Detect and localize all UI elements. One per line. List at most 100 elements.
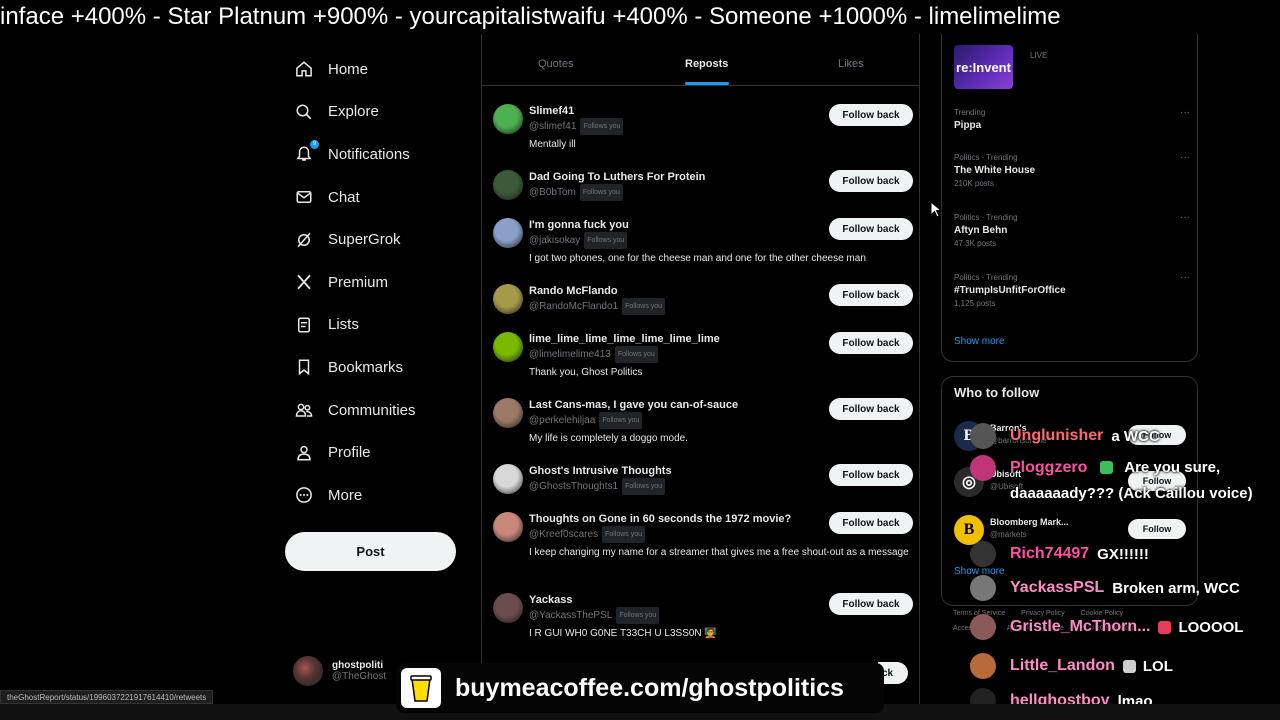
who-to-follow-title: Who to follow xyxy=(954,385,1040,400)
trend-title: Aftyn Behn xyxy=(954,225,1008,236)
sidebar-item-lists[interactable]: Lists xyxy=(286,304,466,347)
sidebar-item-label: Home xyxy=(328,60,369,78)
mail-icon xyxy=(294,187,314,207)
tab-likes[interactable]: Likes xyxy=(838,58,864,70)
follows-you-badge: Follows you xyxy=(579,184,623,201)
follows-you-badge: Follows you xyxy=(602,526,646,543)
sidebar-item-label: Communities xyxy=(328,401,416,419)
chat-avatar xyxy=(970,423,996,449)
trend-item[interactable]: Trending Pippa ··· xyxy=(954,107,1190,133)
avatar[interactable] xyxy=(493,170,523,200)
follow-back-button[interactable]: Follow back xyxy=(829,398,913,420)
user-bio: I R GUI WH0 G0NE T33CH U L3SS0N 🧑‍🏫 xyxy=(529,628,717,639)
avatar[interactable] xyxy=(493,218,523,248)
chat-avatar xyxy=(970,614,996,640)
user-handle: @perkelehiljaa xyxy=(529,415,596,426)
user-handle: @YackassThePSL xyxy=(529,610,613,621)
avatar[interactable] xyxy=(493,398,523,428)
follow-back-button[interactable]: Follow back xyxy=(829,593,913,615)
badge-icon xyxy=(1122,659,1136,673)
live-label: LIVE xyxy=(1030,51,1048,60)
tab-quotes[interactable]: Quotes xyxy=(538,58,573,70)
chat-avatar xyxy=(970,653,996,679)
sidebar-item-label: More xyxy=(328,486,363,504)
chat-username: Gristle_McThorn... xyxy=(1010,618,1151,635)
chat-username: YackassPSL xyxy=(1010,579,1105,596)
trends-panel: re:Invent LIVE Trending Pippa ··· Politi… xyxy=(941,34,1198,362)
chat-message: YackassPSL Broken arm, WCC xyxy=(970,573,1240,603)
follow-back-button[interactable]: Follow back xyxy=(829,104,913,126)
follow-back-button[interactable]: Follow back xyxy=(829,332,913,354)
x-logo-icon xyxy=(294,272,314,292)
trend-item[interactable]: Politics · Trending Aftyn Behn 47.3K pos… xyxy=(954,212,1190,250)
user-bio: Thank you, Ghost Politics xyxy=(529,367,643,378)
user-bio: My life is completely a doggo mode. xyxy=(529,433,688,444)
more-options-icon[interactable]: ··· xyxy=(1180,152,1190,163)
bell-icon: 9 xyxy=(294,140,319,164)
suggested-user-name: Bloomberg Mark... xyxy=(990,517,1069,527)
follow-back-button[interactable]: Follow back xyxy=(829,512,913,534)
account-switcher[interactable]: ghostpoliti @TheGhost xyxy=(293,656,386,686)
show-more-trends-link[interactable]: Show more xyxy=(954,336,1005,347)
more-options-icon[interactable]: ··· xyxy=(1180,272,1190,283)
sidebar-item-communities[interactable]: Communities xyxy=(286,389,466,432)
follow-back-button[interactable]: Follow back xyxy=(829,218,913,240)
live-event-thumbnail[interactable]: re:Invent xyxy=(954,45,1013,89)
sidebar-item-premium[interactable]: Premium xyxy=(286,261,466,304)
sidebar-item-supergrok[interactable]: SuperGrok xyxy=(286,218,466,261)
chat-avatar xyxy=(970,541,996,567)
chat-message: Little_Landon LOL xyxy=(970,651,1173,681)
trend-item[interactable]: Politics · Trending The White House 210K… xyxy=(954,152,1190,190)
trend-title: Pippa xyxy=(954,120,982,131)
sidebar-item-home[interactable]: Home xyxy=(286,48,466,91)
trend-item[interactable]: Politics · Trending #TrumpIsUnfitForOffi… xyxy=(954,272,1190,310)
sidebar-item-label: Profile xyxy=(328,444,371,462)
sidebar-item-label: SuperGrok xyxy=(328,231,401,249)
chat-text: GX!!!!!! xyxy=(1097,545,1149,563)
user-bio: Mentally ill xyxy=(529,139,576,150)
chat-text: a WCC xyxy=(1111,427,1160,445)
more-options-icon[interactable]: ··· xyxy=(1180,212,1190,223)
trend-category: Politics · Trending xyxy=(954,213,1018,222)
sidebar-item-label: Notifications xyxy=(328,145,410,163)
sidebar-item-explore[interactable]: Explore xyxy=(286,91,466,134)
user-handle: @jakisokay xyxy=(529,235,581,246)
follow-back-button[interactable]: Follow back xyxy=(829,464,913,486)
trend-category: Politics · Trending xyxy=(954,153,1018,162)
avatar[interactable] xyxy=(493,104,523,134)
avatar[interactable] xyxy=(493,464,523,494)
follow-back-button[interactable]: Follow back xyxy=(829,170,913,192)
more-options-icon[interactable]: ··· xyxy=(1180,107,1190,118)
avatar[interactable] xyxy=(493,332,523,362)
post-button[interactable]: Post xyxy=(285,532,456,571)
avatar[interactable] xyxy=(493,512,523,542)
sidebar-item-more[interactable]: More xyxy=(286,474,466,517)
tab-reposts[interactable]: Reposts xyxy=(685,58,728,70)
user-handle: @slimef41 xyxy=(529,121,577,132)
avatar[interactable] xyxy=(493,284,523,314)
chat-avatar xyxy=(970,455,996,481)
avatar xyxy=(293,656,323,686)
follows-you-badge: Follows you xyxy=(616,607,660,624)
sidebar-item-chat[interactable]: Chat xyxy=(286,176,466,219)
sidebar-item-bookmarks[interactable]: Bookmarks xyxy=(286,346,466,389)
chat-avatar xyxy=(970,575,996,601)
sidebar-item-profile[interactable]: Profile xyxy=(286,431,466,474)
follow-back-button[interactable]: Follow back xyxy=(829,284,913,306)
sidebar-nav: Home Explore 9 Notifications Chat SuperG… xyxy=(286,48,466,517)
follows-you-badge: Follows you xyxy=(622,478,666,495)
sidebar-item-label: Premium xyxy=(328,273,389,291)
user-handle: @Kreef0scares xyxy=(529,529,599,540)
follows-you-badge: Follows you xyxy=(599,412,643,429)
mouse-cursor-icon xyxy=(930,200,943,223)
list-icon xyxy=(294,315,314,335)
avatar[interactable] xyxy=(493,593,523,623)
link-status-bar: theGhostReport/status/199603722191761441… xyxy=(0,690,214,704)
chat-message: Ploggzero Are you sure, daaaaaady??? (Ac… xyxy=(970,455,1280,511)
sidebar-item-label: Chat xyxy=(328,188,360,206)
sidebar-item-notifications[interactable]: 9 Notifications xyxy=(286,133,466,176)
chat-message: Unglunisher a WCC xyxy=(970,421,1160,451)
user-bio: I keep changing my name for a streamer t… xyxy=(529,547,909,558)
chat-username: Little_Landon xyxy=(1010,657,1115,674)
follow-button[interactable]: Follow xyxy=(1128,519,1186,539)
